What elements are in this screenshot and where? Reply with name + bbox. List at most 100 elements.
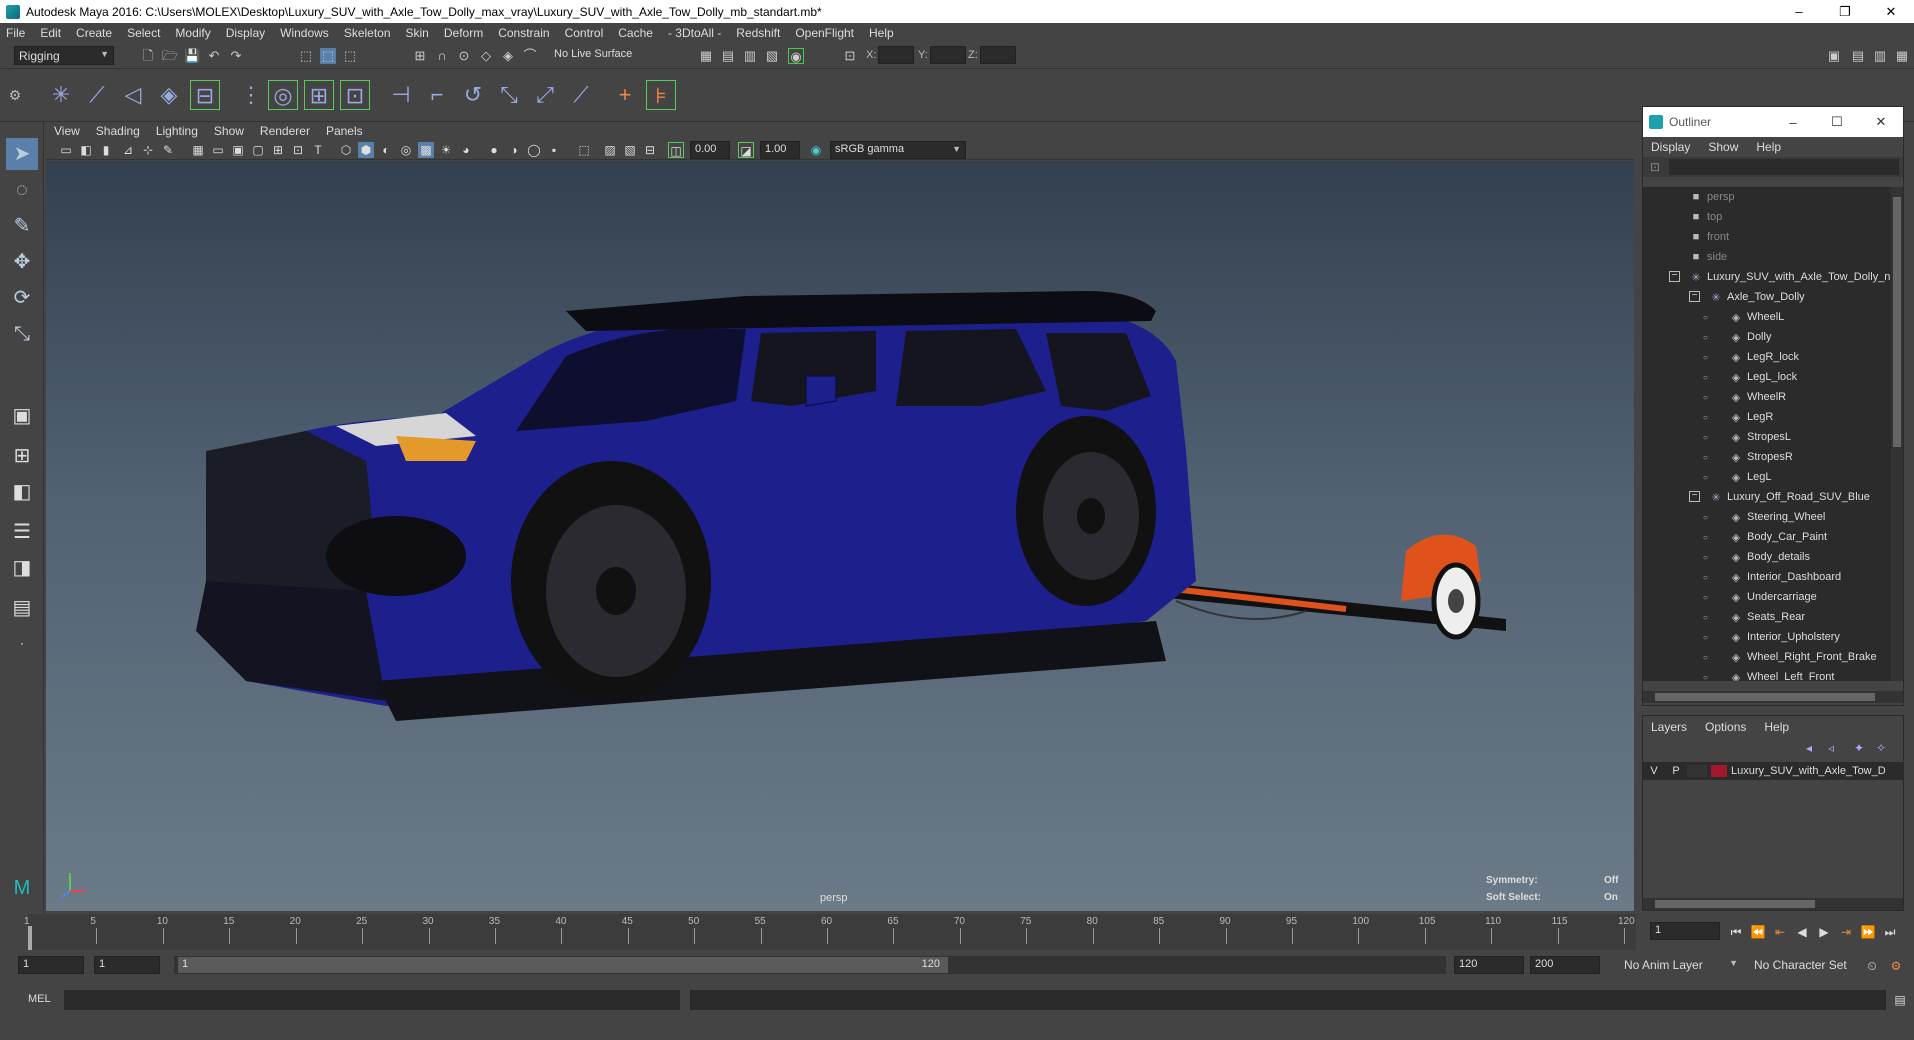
multisample-aa-icon[interactable]: ◯ [526,142,542,158]
color-space-dropdown[interactable]: sRGB gamma ▼ [830,141,966,159]
outliner-item[interactable]: ■ persp [1643,187,1891,207]
menu-edit[interactable]: Edit [40,26,61,40]
outliner-menu-display[interactable]: Display [1651,140,1690,154]
close-button[interactable]: ✕ [1868,0,1914,23]
layout-persp-outliner-icon[interactable]: ▤ [6,592,38,624]
ik-spline-icon[interactable]: ◁ [118,80,148,110]
menu-deform[interactable]: Deform [444,26,483,40]
minimize-button[interactable]: – [1776,0,1822,23]
cluster-icon[interactable]: ⊡ [340,80,370,110]
step-back-frame-icon[interactable]: ⇤ [1772,924,1788,940]
menu-select[interactable]: Select [127,26,160,40]
undo-icon[interactable]: ↶ [206,48,222,64]
play-forward-icon[interactable]: ▶ [1816,924,1832,940]
tool-settings-toggle-icon[interactable]: ▥ [1872,48,1888,64]
layout-graph-icon[interactable]: ◨ [6,552,38,584]
go-to-start-icon[interactable]: ⏮ [1728,924,1744,940]
outliner-maximize-button[interactable]: ☐ [1815,107,1859,137]
mirror-joint-icon[interactable]: ⊟ [190,80,220,110]
pole-vector-icon[interactable]: ⟋ [566,80,596,110]
scale-tool-icon[interactable]: ⤡ [6,318,38,350]
select-component-icon[interactable]: ⬚ [342,48,358,64]
menu-skeleton[interactable]: Skeleton [344,26,391,40]
exposure-field[interactable]: 0.00 [690,141,730,159]
render-settings-icon[interactable]: ▧ [764,48,780,64]
menuset-dropdown[interactable]: Rigging ▼ [14,46,114,65]
bookmarks-icon[interactable]: ▮ [98,142,114,158]
grease-pencil-icon[interactable]: ✎ [160,142,176,158]
ik-handle-icon[interactable]: ⟋ [82,80,112,110]
x-field[interactable] [878,46,914,64]
outliner-item[interactable]: ○ ◈ Body_details [1643,547,1891,567]
step-forward-frame-icon[interactable]: ⇥ [1838,924,1854,940]
collapse-toggle-icon[interactable]: − [1689,491,1700,502]
xray-components-icon[interactable]: ⊟ [642,142,658,158]
layout-split-icon[interactable]: ◧ [6,476,38,508]
shadows-icon[interactable]: ◕ [458,142,474,158]
outliner-vertical-scrollbar[interactable] [1891,187,1903,681]
outliner-item[interactable]: ○ ◈ Undercarriage [1643,587,1891,607]
aim-constraint-icon[interactable]: ⌐ [422,80,452,110]
time-ruler[interactable]: 1 5 10 15 20 25 30 35 40 45 50 55 60 65 70 75 80 85 90 95 10… [24,914,1636,950]
step-forward-key-icon[interactable]: ⏩ [1860,924,1876,940]
outliner-item[interactable]: ■ top [1643,207,1891,227]
layer-menu-layers[interactable]: Layers [1651,720,1687,734]
outliner-item[interactable]: − ✳ Luxury_Off_Road_SUV_Blue [1643,487,1891,507]
y-field[interactable] [930,46,966,64]
scrollbar-thumb[interactable] [1655,900,1815,908]
current-time-marker[interactable] [28,926,32,950]
gamma-field[interactable]: 1.00 [760,141,800,159]
modeling-toolkit-icon[interactable]: ▣ [1826,48,1842,64]
move-tool-icon[interactable]: ✥ [6,246,38,278]
field-chart-icon[interactable]: ⊞ [270,142,286,158]
z-field[interactable] [980,46,1016,64]
outliner-item[interactable]: ■ front [1643,227,1891,247]
outliner-item[interactable]: ○ ◈ WheelR [1643,387,1891,407]
snap-point-icon[interactable]: ⊙ [456,48,472,64]
layout-single-icon[interactable]: ▣ [6,400,38,432]
move-layer-down-icon[interactable]: ◃ [1823,740,1839,756]
new-layer-selected-icon[interactable]: ✧ [1873,740,1889,756]
joint-tool-icon[interactable]: ✳ [46,80,76,110]
screen-space-ao-icon[interactable]: ● [486,142,502,158]
outliner-search-input[interactable] [1669,159,1899,175]
character-set-dropdown[interactable]: No Character Set [1750,956,1860,975]
new-empty-layer-icon[interactable]: ✦ [1851,740,1867,756]
textured-icon[interactable]: ▩ [418,142,434,158]
menu-windows[interactable]: Windows [280,26,329,40]
select-hierarchy-icon[interactable]: ⬚ [298,48,314,64]
panel-menu-renderer[interactable]: Renderer [260,124,310,138]
collapse-toggle-icon[interactable]: − [1689,291,1700,302]
outliner-horizontal-scrollbar[interactable] [1643,691,1903,703]
layout-four-icon[interactable]: ⊞ [6,440,38,472]
wireframe-icon[interactable]: ⬡ [338,142,354,158]
layer-name[interactable]: Luxury_SUV_with_Axle_Tow_D [1731,765,1891,777]
perspective-viewport[interactable]: persp Symmetry: Off Soft Select: On [46,161,1634,911]
safe-title-icon[interactable]: T [310,142,326,158]
outliner-item[interactable]: ○ ◈ Dolly [1643,327,1891,347]
menu-constrain[interactable]: Constrain [498,26,549,40]
step-back-key-icon[interactable]: ⏪ [1750,924,1766,940]
menu-cache[interactable]: Cache [618,26,653,40]
panel-menu-lighting[interactable]: Lighting [156,124,198,138]
rotate-tool-icon[interactable]: ⟳ [6,282,38,314]
layer-menu-help[interactable]: Help [1764,720,1789,734]
outliner-item[interactable]: ○ ◈ StropesR [1643,447,1891,467]
select-object-icon[interactable]: ⬚ [320,48,336,64]
panel-menu-view[interactable]: View [54,124,80,138]
xray-joints-icon[interactable]: ▧ [622,142,638,158]
go-to-end-icon[interactable]: ⏭ [1882,924,1898,940]
outliner-item[interactable]: ○ ◈ Interior_Upholstery [1643,627,1891,647]
attribute-editor-toggle-icon[interactable]: ▤ [1850,48,1866,64]
bind-skin-icon[interactable]: ⋮ [236,80,266,110]
play-backward-icon[interactable]: ◀ [1794,924,1810,940]
menu-control[interactable]: Control [565,26,604,40]
lattice-icon[interactable]: ⊞ [304,80,334,110]
channel-box-toggle-icon[interactable]: ▦ [1894,48,1910,64]
menu-help[interactable]: Help [869,26,894,40]
layer-color-swatch[interactable] [1711,765,1727,777]
smooth-shade-icon[interactable]: ⬢ [358,142,374,158]
outliner-item[interactable]: ○ ◈ Interior_Dashboard [1643,567,1891,587]
current-frame-field[interactable]: 1 [1650,922,1720,940]
snap-curve-icon[interactable]: ∩ [434,48,450,64]
